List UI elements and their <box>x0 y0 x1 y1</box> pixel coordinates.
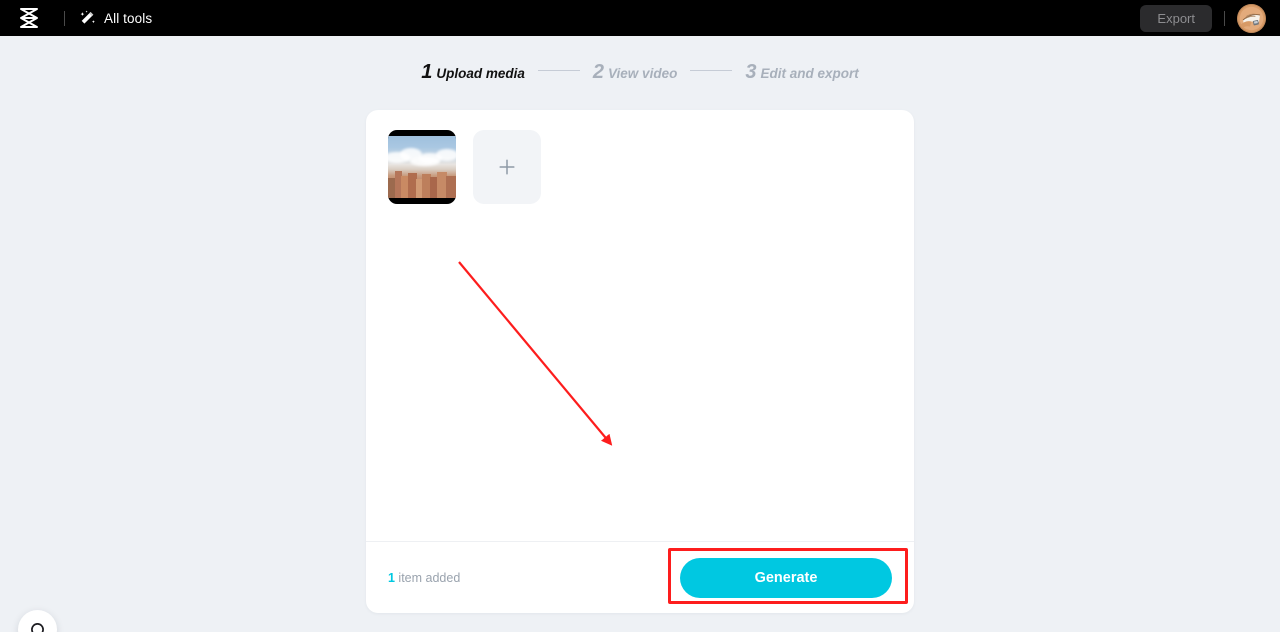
plus-icon <box>499 159 515 175</box>
help-floating-button[interactable] <box>18 610 57 632</box>
header-divider-right <box>1224 10 1225 26</box>
upload-media-card: 1 item added Generate <box>366 110 914 613</box>
item-count-number: 1 <box>388 570 395 585</box>
thumbnail-image <box>388 136 456 198</box>
step-connector-1 <box>537 69 580 71</box>
step-label: View video <box>608 66 678 81</box>
item-count-suffix: item added <box>394 570 461 585</box>
magic-wand-icon <box>80 10 95 24</box>
card-footer: 1 item added Generate <box>366 541 914 613</box>
capcut-logo[interactable] <box>12 5 46 31</box>
step-upload-media[interactable]: 1 Upload media <box>421 62 525 82</box>
progress-stepper: 1 Upload media 2 View video 3 Edit and e… <box>0 62 1280 82</box>
step-label: Edit and export <box>760 66 859 81</box>
step-edit-and-export[interactable]: 3 Edit and export <box>745 62 858 82</box>
media-thumbnail[interactable] <box>388 130 456 204</box>
header-divider <box>64 10 65 26</box>
avatar-illustration-icon <box>1237 3 1266 33</box>
capcut-logo-icon <box>20 8 38 28</box>
generate-button[interactable]: Generate <box>680 557 892 598</box>
step-number: 3 <box>745 61 757 83</box>
step-number: 1 <box>421 61 433 83</box>
all-tools-button[interactable]: All tools <box>79 10 152 27</box>
item-count-label: 1 item added <box>388 571 460 585</box>
app-header: All tools Export <box>0 0 1280 36</box>
circle-ring-icon <box>31 623 44 632</box>
user-avatar[interactable] <box>1237 3 1266 33</box>
step-number: 2 <box>592 61 605 83</box>
step-label: Upload media <box>436 66 525 81</box>
export-button[interactable]: Export <box>1140 4 1212 32</box>
media-thumbnail-row <box>388 130 892 204</box>
step-connector-2 <box>690 69 733 71</box>
all-tools-label: All tools <box>104 10 153 26</box>
add-media-button[interactable] <box>473 130 541 204</box>
step-view-video[interactable]: 2 View video <box>593 62 677 82</box>
card-body <box>366 110 914 541</box>
